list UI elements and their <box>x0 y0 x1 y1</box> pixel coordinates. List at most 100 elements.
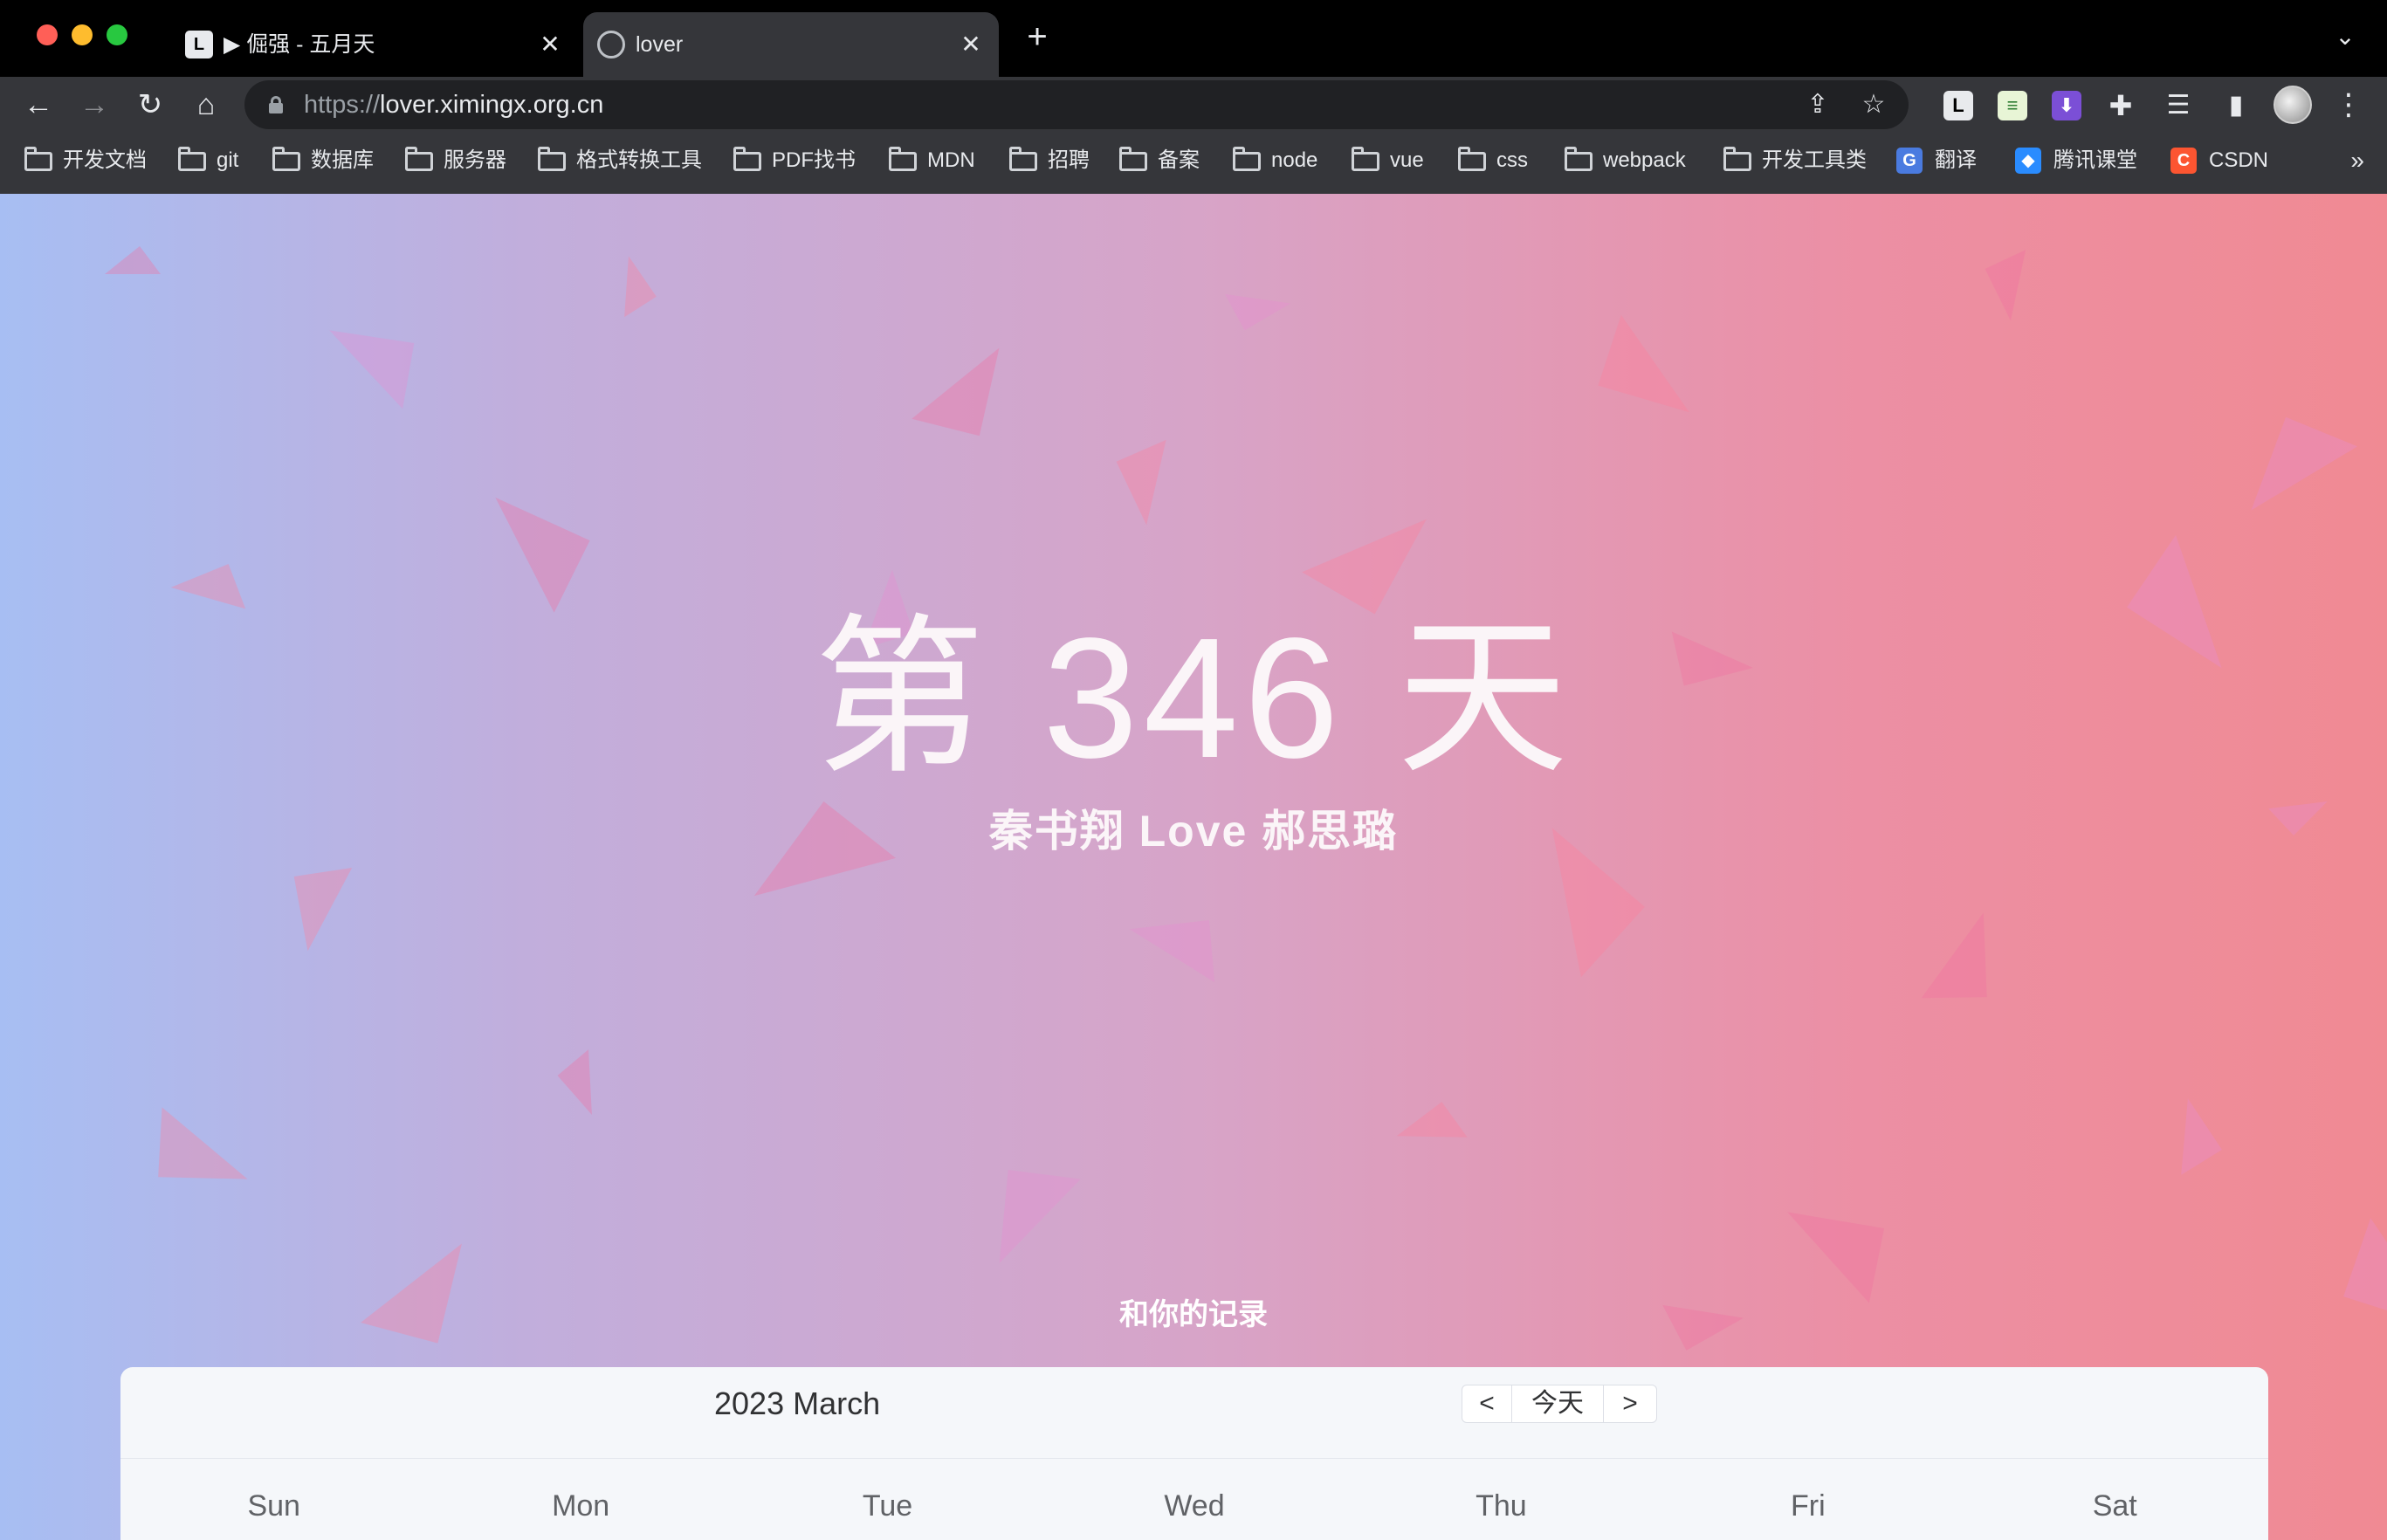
folder-icon <box>733 147 761 171</box>
minimize-window-button[interactable] <box>72 24 93 45</box>
bookmark-label: git <box>217 148 239 172</box>
share-icon[interactable]: ⇪ <box>1802 89 1833 120</box>
background-shard <box>126 1107 248 1222</box>
background-shard <box>1975 242 2026 321</box>
side-panel-icon[interactable]: ▮ <box>2221 91 2251 120</box>
browser-menu-icon[interactable]: ⋮ <box>2333 86 2364 124</box>
page-content: 第 346 天 秦书翔 Love 郝思璐 和你的记录 2023 March < … <box>0 194 2387 1540</box>
bookmark-label: css <box>1496 148 1528 172</box>
background-shard <box>624 256 659 320</box>
background-shard <box>1787 1171 1915 1303</box>
bookmark-site-icon: ◆ <box>2015 148 2041 174</box>
calendar-nav-group: < 今天 > <box>1462 1385 1657 1423</box>
calendar-header: 2023 March < 今天 > <box>120 1367 2268 1459</box>
bookmark-label: vue <box>1390 148 1424 172</box>
new-tab-button[interactable]: + <box>1020 19 1055 54</box>
weekday-sat: Sat <box>2092 1489 2137 1523</box>
calendar: 2023 March < 今天 > Sun Mon Tue Wed Thu Fr… <box>120 1367 2268 1540</box>
today-button[interactable]: 今天 <box>1512 1385 1604 1422</box>
tab-close-icon[interactable]: ✕ <box>536 31 564 58</box>
bookmark-label: 翻译 <box>1935 148 1977 172</box>
record-title: 和你的记录 <box>1119 1298 1268 1331</box>
folder-icon <box>1352 147 1379 171</box>
bookmark-label: node <box>1271 148 1318 172</box>
address-bar[interactable]: https://lover.ximingx.org.cn ⇪ ☆ <box>244 80 1909 129</box>
back-button[interactable]: ← <box>17 84 59 126</box>
browser-chrome: L ▶ 倔强 - 五月天 ✕ lover ✕ + ⌄ ← → ↻ ⌂ https… <box>0 0 2387 195</box>
folder-icon <box>1009 147 1037 171</box>
reload-button[interactable]: ↻ <box>129 84 171 126</box>
weekday-mon: Mon <box>552 1489 610 1523</box>
tab-favicon-icon: L <box>185 31 213 58</box>
background-shard <box>1220 293 1291 337</box>
background-shard <box>2315 1218 2387 1366</box>
folder-icon <box>1119 147 1147 171</box>
weekday-fri: Fri <box>1790 1489 1826 1523</box>
lock-icon[interactable] <box>269 96 283 113</box>
tab-search-chevron-icon[interactable]: ⌄ <box>2329 21 2361 52</box>
bookmark-label: PDF找书 <box>772 148 856 172</box>
bookmark-label: 格式转换工具 <box>576 148 702 172</box>
calendar-month-title: 2023 March <box>714 1385 881 1421</box>
background-shard <box>495 468 612 613</box>
folder-icon <box>1723 147 1751 171</box>
url-host: lover.ximingx.org.cn <box>380 91 604 119</box>
background-shard <box>1572 314 1689 447</box>
tab-close-icon[interactable]: ✕ <box>957 31 985 58</box>
tab-strip: L ▶ 倔强 - 五月天 ✕ lover ✕ + ⌄ <box>0 0 2387 77</box>
tab-title: ▶ 倔强 - 五月天 <box>224 32 375 57</box>
folder-icon <box>24 147 52 171</box>
next-month-button[interactable]: > <box>1604 1385 1656 1422</box>
profile-avatar[interactable] <box>2273 86 2312 124</box>
calendar-weekday-row: Sun Mon Tue Wed Thu Fri Sat <box>120 1475 2268 1537</box>
background-shard <box>957 1138 1081 1263</box>
extension-download-icon[interactable]: ⬇ <box>2052 91 2081 120</box>
background-shard <box>170 550 257 609</box>
background-shard <box>911 347 1035 463</box>
background-shard <box>2218 393 2358 511</box>
bookmark-site-icon: G <box>1896 148 1923 174</box>
bookmark-label: CSDN <box>2209 148 2269 172</box>
weekday-tue: Tue <box>862 1489 913 1523</box>
bookmark-label: 备案 <box>1158 148 1200 172</box>
bookmark-label: 服务器 <box>444 148 506 172</box>
forward-button[interactable]: → <box>73 84 115 126</box>
bookmark-label: 开发文档 <box>63 148 147 172</box>
background-shard <box>1129 886 1242 983</box>
folder-icon <box>1565 147 1592 171</box>
bookmark-star-icon[interactable]: ☆ <box>1858 89 1889 120</box>
folder-icon <box>178 147 206 171</box>
bookmark-label: MDN <box>927 148 975 172</box>
weekday-wed: Wed <box>1164 1489 1225 1523</box>
couple-names: 秦书翔 Love 郝思璐 <box>988 807 1399 856</box>
tab-music[interactable]: L ▶ 倔强 - 五月天 ✕ <box>171 12 578 77</box>
close-window-button[interactable] <box>37 24 58 45</box>
extensions-puzzle-icon[interactable]: ✚ <box>2106 91 2136 120</box>
toolbar: ← → ↻ ⌂ https://lover.ximingx.org.cn ⇪ ☆… <box>0 77 2387 133</box>
folder-icon <box>538 147 566 171</box>
day-counter: 第 346 天 <box>814 602 1573 794</box>
bookmark-label: 腾讯课堂 <box>2053 148 2137 172</box>
tab-title: lover <box>636 32 684 57</box>
background-shard <box>1104 430 1166 526</box>
extension-sheet-icon[interactable]: ≡ <box>1998 91 2027 120</box>
background-shard <box>1921 912 2026 1029</box>
bookmark-label: 数据库 <box>311 148 374 172</box>
folder-icon <box>405 147 433 171</box>
folder-icon <box>889 147 917 171</box>
prev-month-button[interactable]: < <box>1462 1385 1512 1422</box>
background-shard <box>1396 1101 1469 1138</box>
reading-list-icon[interactable]: ☰ <box>2163 91 2193 120</box>
home-button[interactable]: ⌂ <box>185 84 227 126</box>
background-shard <box>2181 1098 2226 1179</box>
zoom-window-button[interactable] <box>107 24 127 45</box>
extension-l-icon[interactable]: L <box>1943 91 1973 120</box>
background-shard <box>105 246 161 274</box>
tab-lover[interactable]: lover ✕ <box>583 12 999 77</box>
bookmarks-overflow-icon[interactable]: » <box>2350 133 2364 189</box>
folder-icon <box>272 147 300 171</box>
globe-icon <box>597 31 625 58</box>
bookmark-label: webpack <box>1603 148 1686 172</box>
url-protocol: https:// <box>304 91 381 119</box>
url-text[interactable]: https://lover.ximingx.org.cn <box>304 80 603 129</box>
